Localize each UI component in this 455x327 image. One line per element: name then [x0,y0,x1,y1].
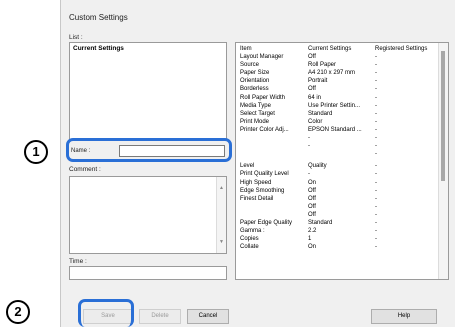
header-registered-settings: Registered Settings [375,46,428,52]
cell-item: Roll Paper Width [240,94,286,101]
cell-current: Standard [308,220,333,226]
cell-current: Off [308,195,316,202]
settings-list[interactable]: Current Settings [69,42,227,140]
cell-registered: - [375,203,377,210]
cell-item: Layout Manager [240,54,284,60]
cell-item: Source [240,62,260,69]
step-2-marker: 2 [6,300,30,324]
cell-item: High Speed [240,179,272,186]
comment-scrollbar[interactable]: ▲ ▼ [216,177,226,253]
cell-registered: - [375,94,377,101]
cell-current: Quality [308,163,327,170]
cell-item: Printer Color Adj... [240,126,289,133]
cell-registered: - [375,187,377,194]
custom-settings-dialog: Custom Settings List : Current Settings … [60,0,455,327]
cell-current: - [308,135,310,141]
cell-registered: - [375,70,377,77]
cell-registered: - [375,163,377,170]
cell-current: A4 210 x 297 mm [308,70,356,77]
cell-item: Select Target [240,110,275,117]
list-item[interactable]: Current Settings [73,45,124,52]
cell-registered: - [375,62,377,69]
cell-current: 1 [308,236,312,243]
help-button[interactable]: Help [371,309,437,324]
cell-item: Paper Size [240,70,270,77]
cell-item: Collate [240,244,259,251]
time-label: Time : [69,258,87,265]
cell-current: EPSON Standard ... [308,126,362,133]
cell-item: Borderless [240,86,269,93]
cell-current: Off [308,86,316,93]
cell-current: Off [308,203,316,210]
cell-current: On [308,244,317,251]
cell-registered: - [375,102,377,109]
cell-registered: - [375,236,377,243]
cell-item: Media Type [240,102,271,109]
cell-registered: - [375,54,377,60]
cell-current: - [308,143,310,150]
cell-registered: - [375,86,377,93]
name-field-highlight [66,138,232,162]
cell-item: Print Mode [240,118,270,125]
cell-item: Paper Edge Quality [240,220,293,226]
cell-item: Print Quality Level [240,171,289,178]
cell-current: Portrait [308,78,328,85]
header-item: Item [240,46,252,52]
settings-table: Item Current Settings Registered Setting… [235,42,449,280]
list-label: List : [69,34,83,41]
cell-item: Gamma : [240,228,265,235]
comment-label: Comment : [69,166,101,173]
save-button-highlight [78,299,134,327]
settings-scrollbar[interactable] [438,43,448,279]
cell-registered: - [375,195,377,202]
cell-registered: - [375,220,377,226]
dialog-title: Custom Settings [69,13,128,22]
cell-registered: - [375,110,377,117]
cell-registered: - [375,135,377,141]
scrollbar-thumb[interactable] [441,51,445,181]
cell-item: Level [240,163,255,170]
cell-item: Orientation [240,78,270,85]
cell-registered: - [375,171,377,178]
cell-registered: - [375,151,377,158]
cell-current: - [308,171,310,178]
time-field [69,266,227,280]
step-1-marker: 1 [24,140,48,164]
cell-current: On [308,179,317,186]
cell-item: Edge Smoothing [240,187,285,194]
cell-current: Off [308,211,316,218]
cell-item: Finest Detail [240,195,274,202]
cell-registered: - [375,118,377,125]
cell-current: Off [308,54,316,60]
cell-current: Color [308,118,323,125]
scroll-down-icon[interactable]: ▼ [219,239,224,245]
delete-button[interactable]: Delete [139,309,181,324]
cancel-button[interactable]: Cancel [187,309,229,324]
cell-current: Use Printer Settin... [308,102,361,109]
cell-current: Off [308,187,316,194]
cell-registered: - [375,179,377,186]
cell-registered: - [375,78,377,85]
cell-registered: - [375,244,377,251]
cell-registered: - [375,126,377,133]
cell-current: Standard [308,110,333,117]
cell-registered: - [375,211,377,218]
cell-registered: - [375,143,377,150]
comment-textarea[interactable]: ▲ ▼ [69,176,227,254]
cell-current: 64 in [308,94,322,101]
cell-item: Copies [240,236,259,243]
header-current-settings: Current Settings [308,46,352,52]
cell-current: 2.2 [308,228,317,235]
cell-registered: - [375,228,377,235]
cell-current: Roll Paper [308,62,337,69]
scroll-up-icon[interactable]: ▲ [219,185,224,191]
